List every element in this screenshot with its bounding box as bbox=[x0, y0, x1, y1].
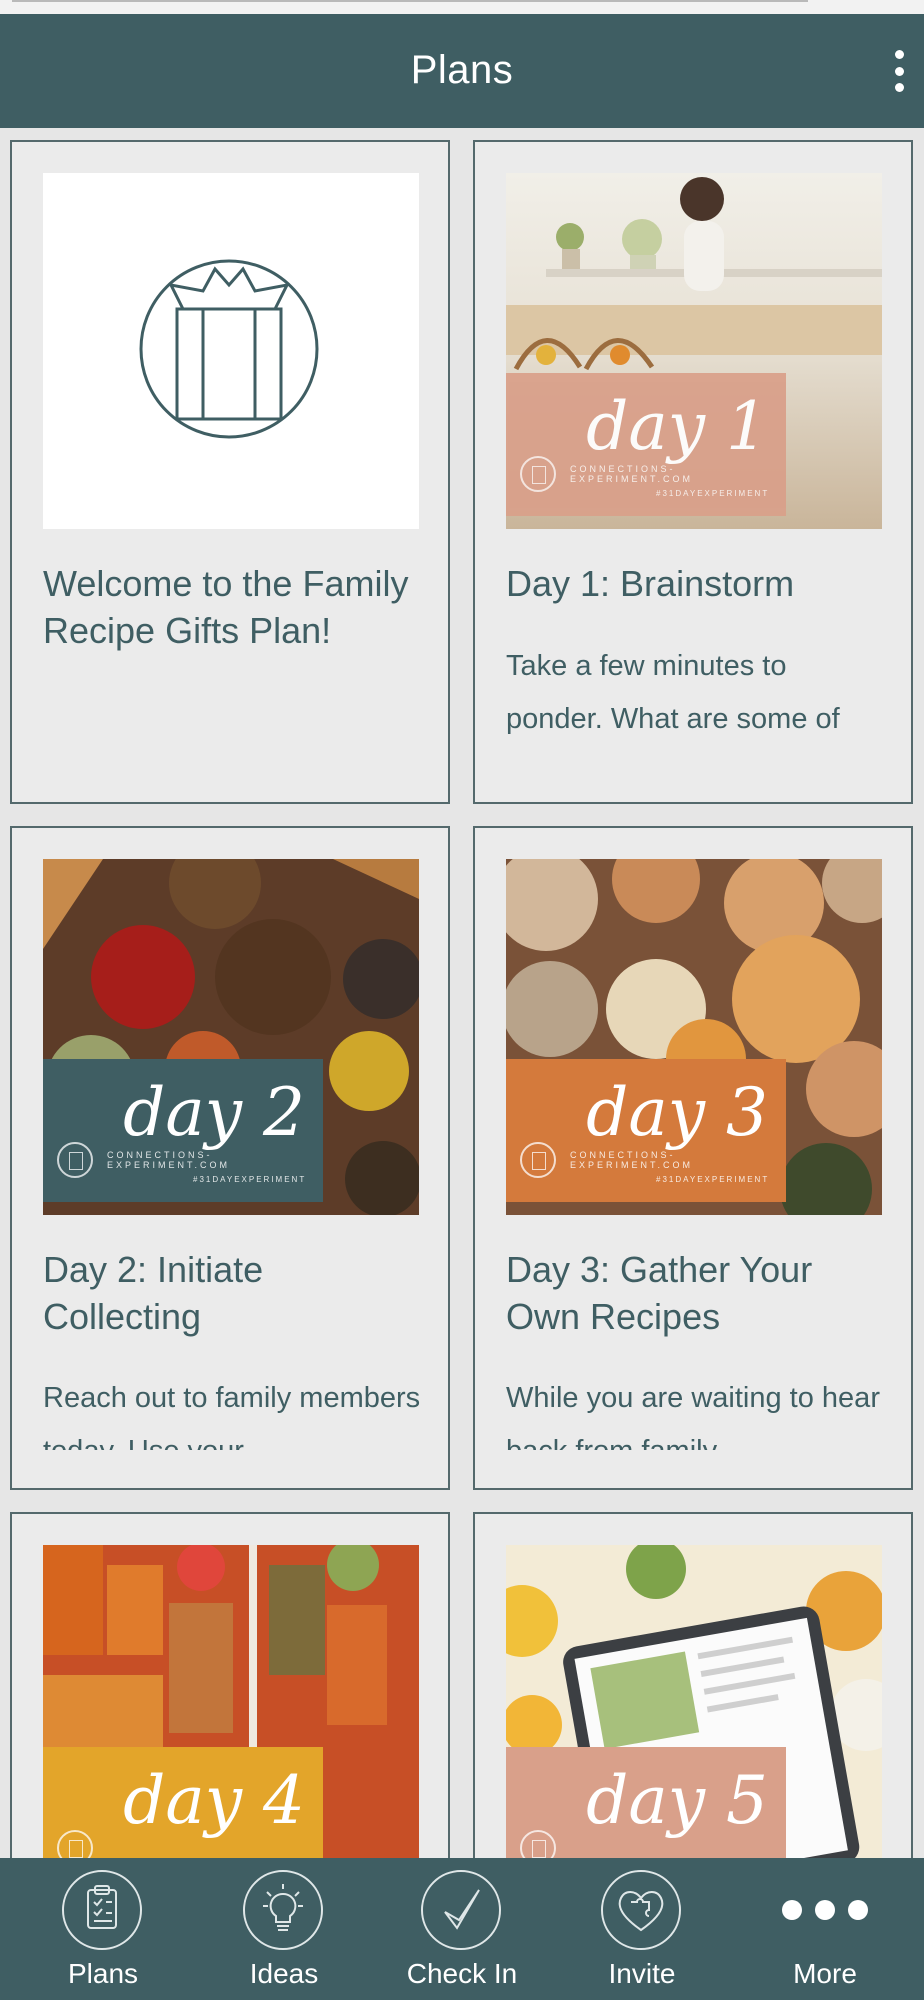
tab-check-in[interactable]: Check In bbox=[387, 1858, 537, 2000]
plan-card-day-1[interactable]: day 1 CONNECTIONS-EXPERIMENT.COM #31DAYE… bbox=[473, 140, 913, 804]
day-badge-text: day 3 bbox=[586, 1074, 768, 1151]
badge-tag-text: #31DAYEXPERIMENT bbox=[656, 489, 770, 498]
card-title: Day 3: Gather Your Own Recipes bbox=[506, 1249, 813, 1337]
card-title: Day 2: Initiate Collecting bbox=[43, 1249, 264, 1337]
day-badge: day 2 CONNECTIONS-EXPERIMENT.COM #31DAYE… bbox=[43, 1059, 323, 1202]
gift-emblem-icon bbox=[57, 1830, 93, 1858]
pumpkins-image: day 3 CONNECTIONS-EXPERIMENT.COM #31DAYE… bbox=[506, 859, 882, 1215]
tab-invite[interactable]: Invite bbox=[567, 1858, 717, 2000]
tab-label: More bbox=[793, 1958, 857, 1989]
day-badge: day 3 CONNECTIONS-EXPERIMENT.COM #31DAYE… bbox=[506, 1059, 786, 1202]
badge-site-text: CONNECTIONS-EXPERIMENT.COM bbox=[570, 1150, 694, 1170]
gift-icon bbox=[139, 259, 319, 439]
plan-card-welcome[interactable]: Welcome to the Family Recipe Gifts Plan! bbox=[10, 140, 450, 804]
plan-card-day-2[interactable]: day 2 CONNECTIONS-EXPERIMENT.COM #31DAYE… bbox=[10, 826, 450, 1490]
bottom-tab-bar: Plans Ideas Check In Invite More bbox=[0, 1858, 924, 2000]
badge-site-text: CONNECTIONS-EXPERIMENT.COM bbox=[570, 464, 694, 484]
card-title: Day 1: Brainstorm bbox=[506, 563, 795, 604]
tab-plans[interactable]: Plans bbox=[28, 1858, 178, 2000]
tab-label: Plans bbox=[67, 1958, 139, 1989]
badge-tag-text: #31DAYEXPERIMENT bbox=[193, 1175, 307, 1184]
tab-label: Ideas bbox=[249, 1958, 319, 1989]
overflow-menu-icon[interactable] bbox=[884, 44, 914, 98]
card-description: Reach out to family members today. Use y… bbox=[43, 1382, 421, 1450]
tab-label: Check In bbox=[406, 1958, 518, 1989]
day-badge: day 1 CONNECTIONS-EXPERIMENT.COM #31DAYE… bbox=[506, 373, 786, 516]
plan-card-day-3[interactable]: day 3 CONNECTIONS-EXPERIMENT.COM #31DAYE… bbox=[473, 826, 913, 1490]
woman-kitchen-image: day 1 CONNECTIONS-EXPERIMENT.COM #31DAYE… bbox=[506, 173, 882, 529]
day-badge: day 5 bbox=[506, 1747, 786, 1858]
plan-card-day-5[interactable]: day 5 bbox=[473, 1512, 913, 1858]
more-dots-icon bbox=[782, 1900, 868, 1920]
gift-emblem-icon bbox=[520, 456, 556, 492]
card-description: Take a few minutes to ponder. What are s… bbox=[506, 650, 840, 735]
tab-label: Invite bbox=[608, 1958, 676, 1989]
day-badge-text: day 2 bbox=[123, 1074, 305, 1151]
card-title: Welcome to the Family Recipe Gifts Plan! bbox=[43, 563, 409, 651]
day-badge-text: day 4 bbox=[123, 1762, 305, 1839]
tab-ideas[interactable]: Ideas bbox=[209, 1858, 359, 2000]
gift-emblem-icon bbox=[57, 1142, 93, 1178]
card-description: While you are waiting to hear back from … bbox=[506, 1382, 880, 1450]
day-badge-text: day 5 bbox=[586, 1762, 768, 1839]
heart-puzzle-icon bbox=[601, 1870, 681, 1950]
day-badge-text: day 1 bbox=[586, 388, 768, 465]
clipboard-icon bbox=[62, 1870, 142, 1950]
gift-thumbnail bbox=[43, 173, 419, 529]
tab-more[interactable]: More bbox=[750, 1858, 900, 2000]
jars-image: day 4 bbox=[43, 1545, 419, 1858]
gift-emblem-icon bbox=[520, 1142, 556, 1178]
status-strip bbox=[0, 0, 924, 14]
tablet-vegetables-image: day 5 bbox=[506, 1545, 882, 1858]
checkmark-icon bbox=[421, 1870, 501, 1950]
badge-site-text: CONNECTIONS-EXPERIMENT.COM bbox=[107, 1150, 231, 1170]
gift-emblem-icon bbox=[520, 1830, 556, 1858]
app-header: Plans bbox=[0, 14, 924, 128]
plan-grid: Welcome to the Family Recipe Gifts Plan!… bbox=[0, 128, 924, 1858]
spices-image: day 2 CONNECTIONS-EXPERIMENT.COM #31DAYE… bbox=[43, 859, 419, 1215]
page-title: Plans bbox=[410, 48, 514, 92]
lightbulb-icon bbox=[243, 1870, 323, 1950]
day-badge: day 4 bbox=[43, 1747, 323, 1858]
badge-tag-text: #31DAYEXPERIMENT bbox=[656, 1175, 770, 1184]
plan-card-day-4[interactable]: day 4 bbox=[10, 1512, 450, 1858]
